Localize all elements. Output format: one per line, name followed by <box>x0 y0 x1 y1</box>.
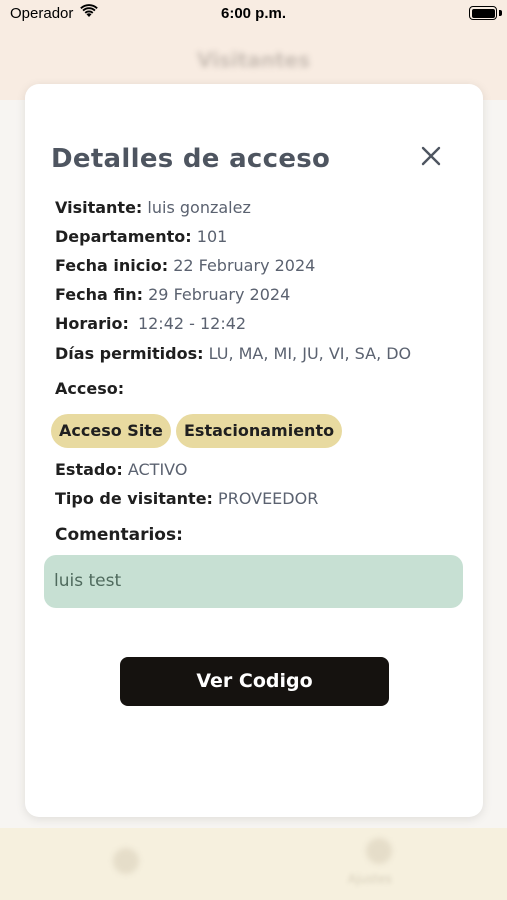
access-chip-parking: Estacionamiento <box>176 414 343 448</box>
profile-icon[interactable] <box>366 838 392 864</box>
tab-label-settings[interactable]: Ajustes <box>348 872 392 886</box>
status-label: Estado: <box>55 460 123 479</box>
status-row: Estado: ACTIVO <box>55 460 187 479</box>
battery-tip <box>499 10 502 16</box>
start-date-label: Fecha inicio: <box>55 256 169 275</box>
department-row: Departamento: 101 <box>55 227 227 246</box>
visitor-type-row: Tipo de visitante: PROVEEDOR <box>55 489 318 508</box>
close-icon[interactable] <box>417 142 445 170</box>
visitor-value: luis gonzalez <box>147 198 251 217</box>
end-date-value: 29 February 2024 <box>148 285 291 304</box>
close-button[interactable] <box>417 142 445 170</box>
allowed-days-label: Días permitidos: <box>55 344 204 363</box>
comments-label: Comentarios: <box>55 525 183 545</box>
access-row: Acceso: <box>55 379 124 398</box>
allowed-days-row: Días permitidos: LU, MA, MI, JU, VI, SA,… <box>55 344 411 363</box>
access-details-modal: Detalles de acceso Visitante: luis gonza… <box>25 84 483 817</box>
visitor-row: Visitante: luis gonzalez <box>55 198 251 217</box>
allowed-days-value: LU, MA, MI, JU, VI, SA, DO <box>208 344 412 363</box>
start-date-value: 22 February 2024 <box>173 256 316 275</box>
tab-bar: Ajustes <box>0 828 507 900</box>
visitor-label: Visitante: <box>55 198 143 217</box>
visitor-type-value: PROVEEDOR <box>218 489 319 508</box>
home-icon[interactable] <box>113 848 139 874</box>
comments-row: Comentarios: <box>55 525 183 545</box>
department-label: Departamento: <box>55 227 192 246</box>
visitor-type-label: Tipo de visitante: <box>55 489 213 508</box>
comments-box: luis test <box>44 555 463 608</box>
view-code-button[interactable]: Ver Codigo <box>120 657 389 706</box>
end-date-row: Fecha fin: 29 February 2024 <box>55 285 290 304</box>
department-value: 101 <box>196 227 228 246</box>
access-chip-site: Acceso Site <box>51 414 171 448</box>
end-date-label: Fecha fin: <box>55 285 144 304</box>
status-bar: Operador 6:00 p.m. <box>0 0 507 28</box>
app-header-title: Visitantes <box>196 48 311 72</box>
modal-title: Detalles de acceso <box>51 144 331 174</box>
battery-icon <box>469 6 497 20</box>
schedule-value: 12:42 - 12:42 <box>137 314 247 333</box>
start-date-row: Fecha inicio: 22 February 2024 <box>55 256 315 275</box>
schedule-label: Horario: <box>55 314 129 333</box>
status-value: ACTIVO <box>127 460 188 479</box>
schedule-row: Horario: 12:42 - 12:42 <box>55 314 246 333</box>
access-label: Acceso: <box>55 379 125 398</box>
clock: 6:00 p.m. <box>220 5 287 22</box>
